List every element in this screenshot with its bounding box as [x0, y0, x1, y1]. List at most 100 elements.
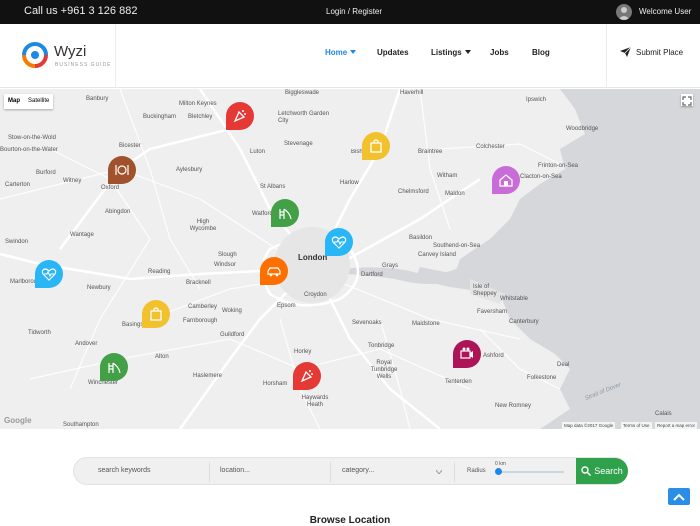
map-view[interactable]: Map Satellite Biggleswade Haverhill Banbu… [0, 89, 700, 429]
brand-tagline: BUSINESS GUIDE [55, 62, 112, 68]
search-icon [581, 466, 592, 476]
map-city-label: Tonbridge [368, 343, 395, 349]
map-city-label: Clacton-on-Sea [520, 174, 562, 180]
category-select[interactable]: category... [342, 467, 374, 474]
map-city-label: Banbury [86, 96, 109, 102]
map-marker[interactable] [100, 353, 128, 381]
map-city-label: Canterbury [509, 319, 539, 325]
map-city-label: Isle of Sheppey [473, 284, 497, 297]
map-city-label: Bicester [119, 143, 141, 149]
map-city-label: Windsor [214, 262, 237, 268]
location-input[interactable]: location... [220, 467, 250, 474]
brand-name[interactable]: Wyzi [54, 43, 86, 60]
map-city-label: Woodbridge [566, 126, 599, 132]
map-marker[interactable] [362, 132, 390, 160]
radius-slider-track[interactable] [498, 471, 564, 473]
radius-slider-handle[interactable] [495, 468, 502, 475]
map-city-label: Southend-on-Sea [433, 243, 481, 249]
radius-value: 0 km [495, 461, 506, 467]
map-city-label: Abingdon [105, 209, 131, 215]
party-icon [233, 110, 246, 123]
header-divider [115, 24, 116, 88]
map-city-label: St Albans [260, 184, 286, 190]
map-marker[interactable] [226, 102, 254, 130]
scroll-to-top-button[interactable] [668, 488, 690, 505]
map-city-label: Reading [148, 269, 171, 275]
map-city-label: Haverhill [400, 90, 424, 96]
map-data-attribution: Map data ©2017 Google [562, 422, 616, 429]
map-city-label: Buckingham [143, 114, 177, 120]
nav-updates[interactable]: Updates [377, 48, 409, 57]
map-city-label: Watford [252, 211, 273, 217]
map-city-label: Haslemere [193, 373, 223, 379]
map-city-label: Epsom [277, 303, 296, 309]
map-city-label: Camberley [188, 304, 218, 310]
search-button[interactable]: Search [576, 458, 628, 484]
map-city-label: Chelmsford [398, 189, 429, 195]
chevron-down-icon [350, 50, 357, 54]
map-marker[interactable] [271, 199, 299, 227]
search-divider [454, 462, 455, 482]
map-city-label: Canvey Island [418, 252, 457, 258]
taxi-icon [267, 267, 281, 277]
map-city-label: Letchworth Garden City [278, 111, 330, 124]
map-city-label: Faversham [477, 309, 508, 315]
map-city-label: Tidworth [28, 330, 51, 336]
heart-pulse-icon [331, 236, 347, 249]
shopping-bag-icon [370, 139, 382, 153]
terms-of-use-link[interactable]: Terms of Use [621, 422, 652, 429]
map-city-label: Woking [222, 308, 242, 314]
map-city-label: Calais [655, 411, 672, 417]
map-city-label: Farnborough [183, 318, 218, 324]
map-city-label: Slough [218, 252, 237, 258]
nav-home[interactable]: Home [325, 48, 357, 57]
slide-icon [279, 208, 292, 220]
map-city-label: Colchester [476, 144, 505, 150]
fullscreen-button[interactable] [681, 94, 693, 106]
nav-blog[interactable]: Blog [532, 48, 550, 57]
map-marker[interactable] [260, 257, 288, 285]
map-city-label: Maidstone [412, 321, 440, 327]
paper-plane-icon [620, 46, 632, 57]
site-header: Wyzi BUSINESS GUIDE Home Updates Listing… [0, 24, 700, 88]
map-city-label: Harlow [340, 180, 359, 186]
map-type-satellite-button[interactable]: Satellite [24, 94, 53, 108]
map-city-label: Milton Keynes [179, 101, 217, 107]
keywords-input[interactable]: search keywords [98, 467, 151, 474]
nav-listings[interactable]: Listings [431, 48, 471, 57]
map-city-label: Ashford [483, 353, 504, 359]
report-map-error-link[interactable]: Report a map error [655, 422, 698, 429]
map-marker[interactable] [35, 260, 63, 288]
user-avatar[interactable] [616, 4, 632, 20]
map-city-label: Bracknell [186, 280, 211, 286]
map-marker[interactable] [325, 228, 353, 256]
map-marker[interactable] [453, 340, 481, 368]
map-marker[interactable] [142, 300, 170, 328]
map-marker[interactable] [108, 156, 136, 184]
chevron-down-icon [436, 470, 442, 474]
fullscreen-icon [682, 96, 692, 106]
map-type-map-button[interactable]: Map [4, 94, 24, 108]
map-city-label: Wantage [70, 232, 94, 238]
map-city-label: Stevenage [284, 141, 313, 147]
map-marker[interactable] [492, 166, 520, 194]
map-city-label: Guildford [220, 332, 245, 338]
welcome-user[interactable]: Welcome User [639, 7, 691, 16]
camera-icon [460, 347, 473, 359]
submit-place-button[interactable]: Submit Place [620, 46, 683, 57]
nav-jobs[interactable]: Jobs [490, 48, 509, 57]
login-register-link[interactable]: Login / Register [326, 7, 382, 16]
party-icon [300, 370, 313, 383]
map-city-label: Aylesbury [176, 167, 203, 173]
map-city-label: Basildon [409, 235, 433, 241]
map-city-label: Andover [75, 341, 98, 347]
map-city-label: Burford [36, 170, 56, 176]
slide-icon [108, 362, 121, 374]
map-city-label: Croydon [304, 292, 327, 298]
map-marker[interactable] [293, 362, 321, 390]
wyzi-logo-icon[interactable] [22, 42, 48, 68]
map-city-label: Alton [155, 354, 169, 360]
map-city-label: Horley [294, 349, 312, 355]
map-city-label: Tenterden [445, 379, 472, 385]
map-city-label: Horsham [263, 381, 288, 387]
